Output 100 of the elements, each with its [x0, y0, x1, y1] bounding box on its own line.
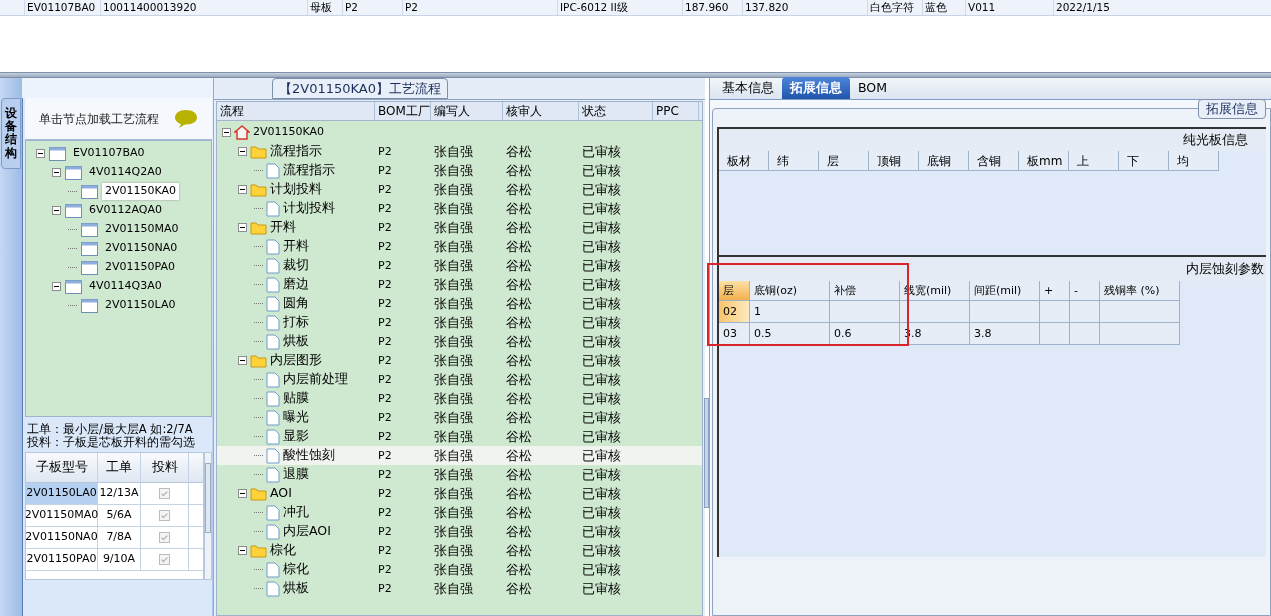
table-cell[interactable]: 2V01150PA0	[26, 549, 98, 570]
tree-label: 计划投料	[283, 199, 335, 218]
expander-icon[interactable]	[238, 223, 247, 232]
column-header[interactable]: 核审人	[503, 102, 579, 120]
tree-item[interactable]: 2V01150MA0	[102, 221, 182, 238]
expander-icon[interactable]	[36, 149, 45, 158]
expander-icon[interactable]	[238, 356, 247, 365]
column-header[interactable]: 补偿	[830, 281, 900, 301]
tree-row[interactable]: 冲孔 P2 张自强 谷松 已审核	[217, 503, 702, 522]
table-cell: 已审核	[582, 524, 621, 539]
tree-item[interactable]: 2V01150NA0	[102, 240, 181, 257]
tree-item[interactable]: EV01107BA0	[70, 145, 148, 162]
column-header[interactable]: 顶铜	[869, 151, 919, 171]
document-icon	[266, 447, 280, 464]
tree-item[interactable]: 4V0114Q3A0	[86, 278, 165, 295]
tree-item[interactable]: 2V01150PA0	[102, 259, 178, 276]
tree-label: 内层前处理	[283, 370, 348, 389]
column-header[interactable]: BOM工厂	[375, 102, 431, 120]
table-cell: 谷松	[506, 353, 532, 368]
column-header[interactable]: +	[1040, 281, 1070, 301]
tree-row[interactable]: 烘板 P2 张自强 谷松 已审核	[217, 332, 702, 351]
scrollbar[interactable]	[204, 452, 212, 580]
column-header[interactable]: 子板型号	[26, 453, 98, 482]
tree-row[interactable]: 内层图形 P2 张自强 谷松 已审核	[217, 351, 702, 370]
checkbox[interactable]	[159, 532, 170, 543]
tab[interactable]: 拓展信息	[782, 77, 850, 99]
column-header[interactable]: -	[1070, 281, 1100, 301]
tree-row[interactable]: AOI P2 张自强 谷松 已审核	[217, 484, 702, 503]
side-tab[interactable]: 设备结构	[1, 98, 21, 169]
column-header[interactable]: 板mm	[1019, 151, 1069, 171]
tree-row[interactable]: 圆角 P2 张自强 谷松 已审核	[217, 294, 702, 313]
expander-icon[interactable]	[222, 128, 231, 137]
tab[interactable]: 基本信息	[714, 77, 782, 99]
column-header[interactable]: 投料	[141, 453, 189, 482]
table-cell: 谷松	[506, 144, 532, 159]
table-cell[interactable]: 2V01150LA0	[26, 483, 98, 504]
tree-row[interactable]: 开料 P2 张自强 谷松 已审核	[217, 218, 702, 237]
column-header[interactable]: 板材	[719, 151, 769, 171]
table-cell: 谷松	[506, 448, 532, 463]
column-header[interactable]: 含铜	[969, 151, 1019, 171]
expander-icon[interactable]	[52, 206, 61, 215]
tree-row[interactable]: 内层AOI P2 张自强 谷松 已审核	[217, 522, 702, 541]
table-cell: 谷松	[506, 543, 532, 558]
tree-row[interactable]: 计划投料 P2 张自强 谷松 已审核	[217, 180, 702, 199]
tree-label: 贴膜	[283, 389, 309, 408]
document-icon	[266, 257, 280, 274]
tree-row[interactable]: 流程指示 P2 张自强 谷松 已审核	[217, 142, 702, 161]
column-header[interactable]: 层	[719, 281, 750, 301]
tab[interactable]: BOM	[850, 77, 895, 99]
tree-item[interactable]: 2V01150LA0	[102, 297, 179, 314]
expander-icon[interactable]	[238, 147, 247, 156]
tree-item[interactable]: 4V0114Q2A0	[86, 164, 165, 181]
column-header[interactable]: 上	[1069, 151, 1119, 171]
table-cell: P2	[378, 525, 392, 538]
tree-row[interactable]: 酸性蚀刻 P2 张自强 谷松 已审核	[217, 446, 702, 465]
expander-icon[interactable]	[238, 489, 247, 498]
row-header[interactable]: 02	[719, 301, 750, 323]
tree-row[interactable]: 2V01150KA0	[217, 123, 702, 142]
tree-item[interactable]: 2V01150KA0	[102, 183, 180, 200]
tree-row[interactable]: 内层前处理 P2 张自强 谷松 已审核	[217, 370, 702, 389]
table-cell: 12/13A	[98, 483, 141, 504]
tree-item[interactable]: 6V0112AQA0	[86, 202, 166, 219]
tree-row[interactable]: 开料 P2 张自强 谷松 已审核	[217, 237, 702, 256]
column-header[interactable]: PPC	[653, 102, 699, 120]
column-header[interactable]: 工单	[98, 453, 141, 482]
splitter-handle[interactable]	[704, 398, 709, 508]
table-cell: P2	[378, 183, 392, 196]
tree-row[interactable]: 退膜 P2 张自强 谷松 已审核	[217, 465, 702, 484]
tree-row[interactable]: 磨边 P2 张自强 谷松 已审核	[217, 275, 702, 294]
tree-row[interactable]: 烘板 P2 张自强 谷松 已审核	[217, 579, 702, 598]
column-header[interactable]: 底铜	[919, 151, 969, 171]
tree-row[interactable]: 显影 P2 张自强 谷松 已审核	[217, 427, 702, 446]
tree-row[interactable]: 贴膜 P2 张自强 谷松 已审核	[217, 389, 702, 408]
tree-row[interactable]: 计划投料 P2 张自强 谷松 已审核	[217, 199, 702, 218]
tree-row[interactable]: 裁切 P2 张自强 谷松 已审核	[217, 256, 702, 275]
checkbox[interactable]	[159, 488, 170, 499]
expander-icon[interactable]	[52, 168, 61, 177]
column-header[interactable]: 底铜(oz)	[750, 281, 830, 301]
table-cell[interactable]: 2V01150NA0	[26, 527, 98, 548]
tree-row[interactable]: 棕化 P2 张自强 谷松 已审核	[217, 541, 702, 560]
expander-icon[interactable]	[52, 282, 61, 291]
column-header[interactable]: 均	[1169, 151, 1219, 171]
column-header[interactable]: 层	[819, 151, 869, 171]
column-header[interactable]: 纬	[769, 151, 819, 171]
expander-icon[interactable]	[238, 546, 247, 555]
column-header[interactable]: 残铜率 (%)	[1100, 281, 1180, 301]
checkbox[interactable]	[159, 554, 170, 565]
tree-row[interactable]: 打标 P2 张自强 谷松 已审核	[217, 313, 702, 332]
row-header[interactable]: 03	[719, 323, 750, 345]
column-header[interactable]: 间距(mil)	[970, 281, 1040, 301]
column-header[interactable]: 流程	[217, 102, 375, 120]
expander-icon[interactable]	[238, 185, 247, 194]
tree-row[interactable]: 曝光 P2 张自强 谷松 已审核	[217, 408, 702, 427]
checkbox[interactable]	[159, 510, 170, 521]
column-header[interactable]: 下	[1119, 151, 1169, 171]
table-cell[interactable]: 2V01150MA0	[26, 505, 98, 526]
column-header[interactable]: 编写人	[431, 102, 503, 120]
tree-row[interactable]: 流程指示 P2 张自强 谷松 已审核	[217, 161, 702, 180]
tree-row[interactable]: 棕化 P2 张自强 谷松 已审核	[217, 560, 702, 579]
column-header[interactable]: 状态	[579, 102, 653, 120]
